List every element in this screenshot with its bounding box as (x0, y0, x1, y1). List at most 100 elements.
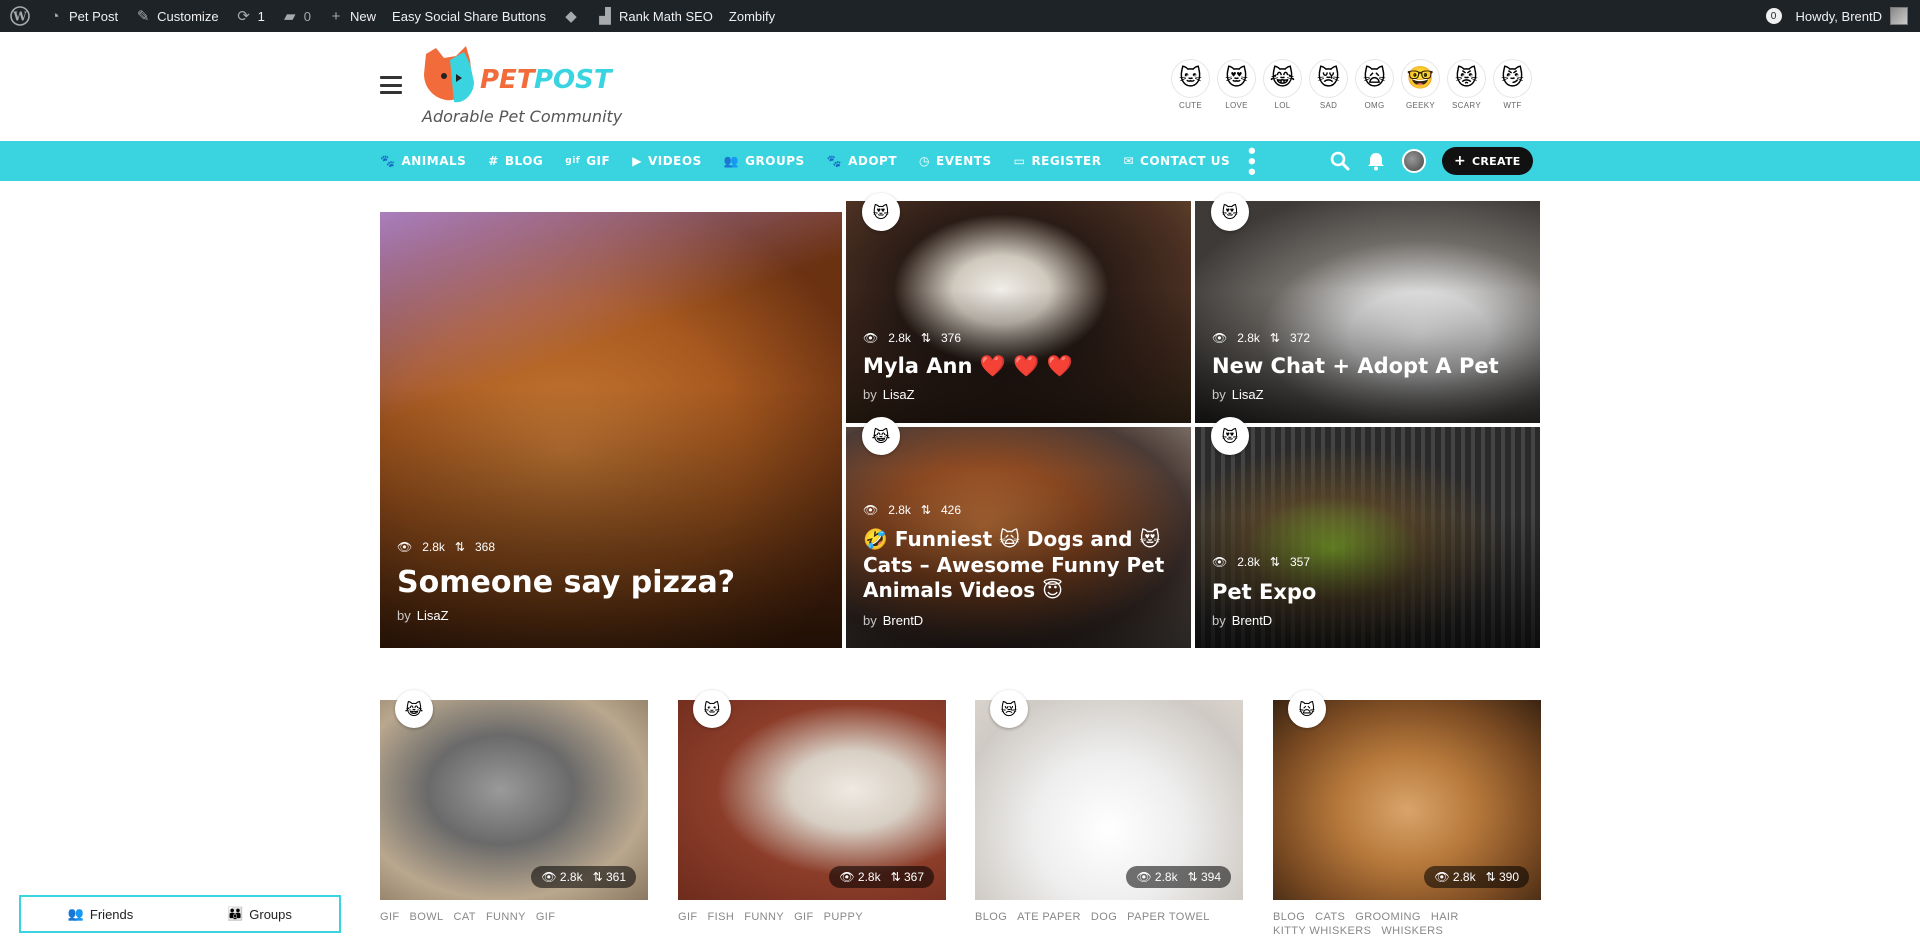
site-header: PET POST Adorable Pet Community 🐱 CUTE 😻 LO… (0, 32, 1920, 141)
pet-post-logo[interactable]: PET POST (422, 46, 632, 106)
diamond-icon: ◆ (565, 8, 577, 25)
cute-cat-icon[interactable]: 🐱 (693, 690, 731, 728)
reaction-scary[interactable]: 😾 SCARY (1448, 60, 1485, 110)
svg-text:POST: POST (534, 65, 614, 95)
featured-card-pet-expo[interactable]: 👁 2.8k ⇅ 357 Pet Expo by BrentD (1195, 427, 1540, 648)
eye-icon: 👁 (863, 503, 879, 517)
post-stats: 👁 2.8k ⇅ 426 (863, 503, 962, 517)
nav-animals[interactable]: 🐾 ANIMALS (380, 154, 476, 168)
reaction-wtf[interactable]: 😼 WTF (1494, 60, 1531, 110)
nav-contact-us[interactable]: ✉ CONTACT US (1123, 154, 1240, 168)
site-name-link[interactable]: ◔ Pet Post (38, 0, 126, 32)
social-share-link[interactable]: Easy Social Share Buttons (384, 0, 554, 32)
post-thumbnail[interactable]: 👁 2.8k ⇅ 367 (678, 700, 946, 900)
grid-card: 👁 2.8k ⇅ 394 BLOG ATE PAPER DOG PAPER TOWEL (975, 700, 1243, 924)
lol-cat-icon[interactable]: 😹 (395, 690, 433, 728)
user-avatar[interactable] (1890, 7, 1908, 25)
love-cat-icon[interactable]: 😻 (1211, 193, 1249, 231)
scary-cat-icon: 😾 (1448, 60, 1485, 97)
search-icon[interactable] (1330, 151, 1350, 171)
updates-link[interactable]: ⟳ 1 (227, 0, 273, 32)
nav-label: BLOG (504, 154, 544, 168)
nav-events[interactable]: ◷ EVENTS (919, 154, 1002, 168)
nav-groups[interactable]: 👥 GROUPS (724, 154, 815, 168)
nav-label: GROUPS (745, 154, 805, 168)
nav-adopt[interactable]: 🐾 ADOPT (827, 154, 907, 168)
grid-card: 👁 2.8k ⇅ 390 BLOG CATS GROOMING HAIR KITTY W… (1273, 700, 1541, 938)
share-arrows-icon: ⇅ (920, 503, 931, 517)
post-title[interactable]: Myla Ann ❤️ ❤️ ❤️ (863, 353, 1177, 379)
admin-bar: W ◔ Pet Post ✎ Customize ⟳ 1 ▰ 0 + New E… (0, 0, 1920, 32)
groups-tab[interactable]: 👪 Groups (180, 897, 339, 931)
post-title[interactable]: Pet Expo (1212, 579, 1526, 605)
bell-icon[interactable] (1366, 151, 1386, 171)
reaction-geeky[interactable]: 🤓 GEEKY (1402, 60, 1439, 110)
create-button[interactable]: + CREATE (1442, 147, 1533, 175)
eye-icon: 👁 (1212, 331, 1228, 345)
grid-card: 👁 2.8k ⇅ 361 GIF BOWL CAT FUNNY GIF (380, 700, 648, 924)
featured-card-pizza[interactable]: 👁 2.8k ⇅ 368 Someone say pizza? by LisaZ (380, 212, 842, 648)
post-stats: 👁 2.8k ⇅ 390 (1424, 866, 1529, 888)
lol-cat-icon: 😹 (1264, 60, 1301, 97)
featured-card-funniest[interactable]: 👁 2.8k ⇅ 426 🤣 Funniest 🙀 Dogs and 😻 Cats … (846, 427, 1191, 648)
friends-tab[interactable]: 👥 Friends (21, 897, 180, 931)
user-avatar-menu[interactable] (1402, 149, 1426, 173)
new-content-link[interactable]: + New (319, 0, 384, 32)
updates-count: 1 (257, 8, 265, 24)
sad-cat-icon[interactable]: 😿 (990, 690, 1028, 728)
rankmath-label: Rank Math SEO (618, 8, 713, 24)
featured-card-myla-ann[interactable]: 👁 2.8k ⇅ 376 Myla Ann ❤️ ❤️ ❤️ by LisaZ (846, 201, 1191, 423)
love-cat-icon[interactable]: 😻 (1211, 417, 1249, 455)
zombify-link[interactable]: Zombify (721, 0, 783, 32)
post-thumbnail[interactable]: 👁 2.8k ⇅ 394 (975, 700, 1243, 900)
post-thumbnail[interactable]: 👁 2.8k ⇅ 390 (1273, 700, 1541, 900)
notification-badge[interactable]: 0 (1765, 8, 1782, 24)
users-icon: 👥 (723, 154, 740, 168)
post-thumbnail[interactable]: 👁 2.8k ⇅ 361 (380, 700, 648, 900)
nav-label: EVENTS (936, 154, 992, 168)
eye-icon: 👁 (397, 540, 413, 554)
rankmath-link[interactable]: ▟ Rank Math SEO (588, 0, 721, 32)
post-stats: 👁 2.8k ⇅ 361 (531, 866, 636, 888)
nav-gif[interactable]: gif GIF (565, 154, 620, 168)
nav-videos[interactable]: ▶ VIDEOS (632, 154, 712, 168)
reaction-love[interactable]: 😻 LOVE (1218, 60, 1255, 110)
post-title[interactable]: New Chat + Adopt A Pet (1212, 353, 1526, 379)
love-cat-icon[interactable]: 😻 (862, 193, 900, 231)
gif-icon: gif (565, 156, 581, 166)
reaction-label: GEEKY (1405, 101, 1436, 110)
reaction-cute[interactable]: 🐱 CUTE (1172, 60, 1209, 110)
reaction-bar: 🐱 CUTE 😻 LOVE 😹 LOL 😿 SAD 🙀 OMG 🤓 GEEKY 😾 SCARY 😼 WTF (1172, 60, 1531, 110)
nav-register[interactable]: ▭ REGISTER (1014, 154, 1112, 168)
eye-icon: 👁 (863, 331, 879, 345)
create-label: CREATE (1472, 154, 1521, 168)
nav-blog[interactable]: # BLOG (488, 154, 553, 168)
more-menu-icon[interactable]: ••• (1240, 145, 1261, 177)
post-title[interactable]: Someone say pizza? (397, 564, 828, 602)
post-title[interactable]: 🤣 Funniest 🙀 Dogs and 😻 Cats – Awesome F… (863, 527, 1177, 604)
comments-count: 0 (303, 8, 312, 24)
new-label: New (350, 8, 377, 24)
menu-hamburger-button[interactable] (380, 76, 402, 94)
post-author: by LisaZ (397, 608, 449, 623)
scary-cat-icon[interactable]: 🙀 (1288, 690, 1326, 728)
plus-icon: + (331, 7, 341, 25)
customize-link[interactable]: ✎ Customize (126, 0, 226, 32)
lol-cat-icon[interactable]: 😹 (862, 417, 900, 455)
wordpress-logo-button[interactable]: W (0, 0, 38, 32)
diamond-plugin-link[interactable]: ◆ (554, 0, 588, 32)
hashtag-icon: # (488, 154, 499, 168)
reaction-lol[interactable]: 😹 LOL (1264, 60, 1301, 110)
featured-card-new-chat[interactable]: 👁 2.8k ⇅ 372 New Chat + Adopt A Pet by Lisa… (1195, 201, 1540, 423)
friends-groups-panel: 👥 Friends 👪 Groups (19, 895, 341, 933)
reaction-sad[interactable]: 😿 SAD (1310, 60, 1347, 110)
geeky-cat-icon: 🤓 (1402, 60, 1439, 97)
comments-link[interactable]: ▰ 0 (273, 0, 319, 32)
post-tags: BLOG CATS GROOMING HAIR KITTY WHISKERS WHISKE… (1273, 911, 1459, 937)
howdy-user-link[interactable]: Howdy, BrentD (1796, 9, 1882, 24)
post-stats: 👁 2.8k ⇅ 394 (1126, 866, 1231, 888)
share-arrows-icon: ⇅ (1269, 555, 1280, 569)
share-arrows-icon: ⇅ (890, 870, 904, 884)
reaction-omg[interactable]: 🙀 OMG (1356, 60, 1393, 110)
wtf-cat-icon: 😼 (1494, 60, 1531, 97)
